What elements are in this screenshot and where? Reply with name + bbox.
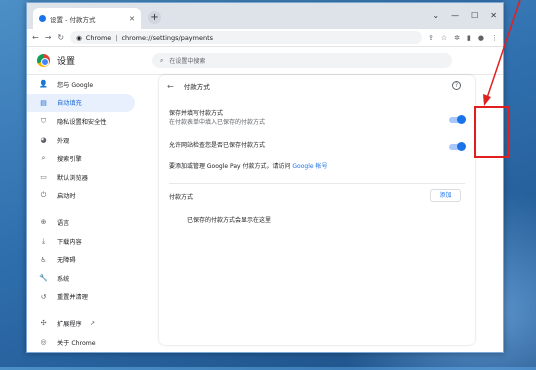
annotation-arrow: [483, 0, 521, 106]
